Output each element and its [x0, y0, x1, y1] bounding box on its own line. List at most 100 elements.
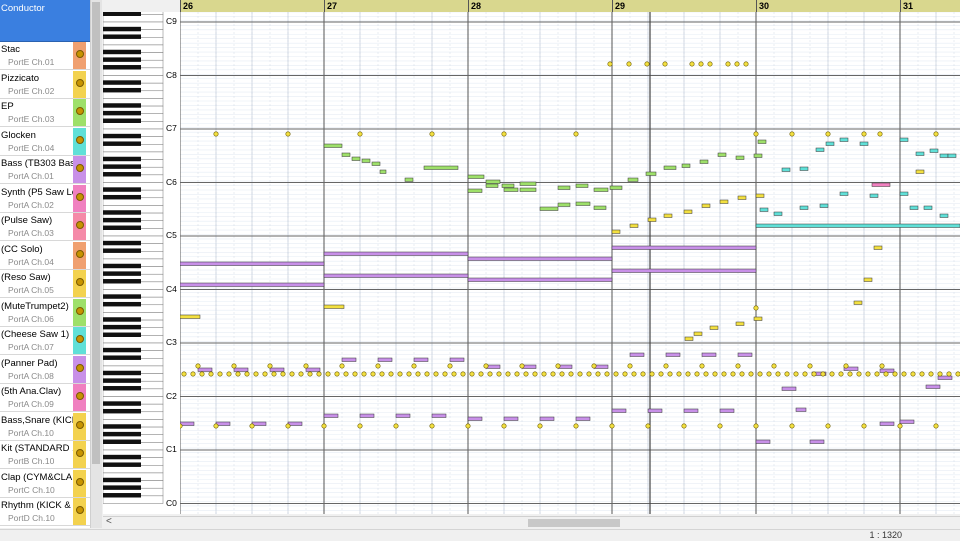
drum-hit[interactable] — [271, 371, 277, 377]
piano-keyboard[interactable]: C9 C8 C7 C6 C5 C4 C3 C2 C1 C0 — [103, 12, 181, 514]
drum-hit[interactable] — [244, 371, 250, 377]
drum-hit[interactable] — [199, 371, 205, 377]
note[interactable] — [699, 159, 709, 164]
drum-hit[interactable] — [424, 371, 430, 377]
note[interactable] — [575, 416, 591, 421]
drum-hit[interactable] — [771, 363, 777, 369]
drum-hit[interactable] — [607, 61, 613, 67]
drum-hit[interactable] — [789, 423, 795, 429]
measure-number[interactable]: 30 — [756, 0, 769, 12]
drum-hit[interactable] — [249, 423, 255, 429]
drum-hit[interactable] — [937, 371, 943, 377]
drum-hit[interactable] — [807, 363, 813, 369]
note[interactable] — [663, 213, 673, 218]
note[interactable] — [899, 419, 915, 424]
note[interactable] — [647, 408, 663, 413]
track-row[interactable]: Kit (STANDARD 1) PortB Ch.10 — [0, 441, 90, 469]
note[interactable] — [815, 147, 825, 152]
note[interactable] — [684, 336, 694, 341]
drum-hit[interactable] — [555, 363, 561, 369]
drum-hit[interactable] — [775, 371, 781, 377]
note[interactable] — [869, 193, 879, 198]
drum-hit[interactable] — [433, 371, 439, 377]
drum-hit[interactable] — [253, 371, 259, 377]
note[interactable] — [323, 413, 339, 418]
drum-hit[interactable] — [267, 363, 273, 369]
note[interactable] — [501, 183, 515, 188]
drum-hit[interactable] — [644, 61, 650, 67]
drum-hit[interactable] — [928, 371, 934, 377]
measure-number[interactable]: 28 — [468, 0, 481, 12]
note[interactable] — [937, 375, 953, 380]
drum-hit[interactable] — [406, 371, 412, 377]
note[interactable] — [923, 205, 933, 210]
note[interactable] — [719, 408, 735, 413]
track-list-scroll-thumb[interactable] — [92, 2, 100, 464]
note[interactable] — [939, 213, 949, 218]
note[interactable] — [799, 166, 809, 171]
drum-hit[interactable] — [910, 371, 916, 377]
note[interactable] — [467, 277, 613, 282]
note[interactable] — [819, 203, 829, 208]
note[interactable] — [503, 416, 519, 421]
note[interactable] — [395, 413, 411, 418]
drum-hit[interactable] — [262, 371, 268, 377]
measure-number[interactable]: 26 — [180, 0, 193, 12]
drum-hit[interactable] — [766, 371, 772, 377]
drum-hit[interactable] — [501, 423, 507, 429]
drum-hit[interactable] — [829, 371, 835, 377]
note[interactable] — [557, 185, 571, 190]
note[interactable] — [180, 282, 325, 287]
note[interactable] — [269, 367, 285, 372]
drum-hit[interactable] — [622, 371, 628, 377]
drum-hit[interactable] — [213, 131, 219, 137]
horizontal-scroll-thumb[interactable] — [528, 519, 620, 527]
measure-number[interactable]: 31 — [900, 0, 913, 12]
drum-hit[interactable] — [285, 423, 291, 429]
mute-icon[interactable] — [76, 221, 84, 229]
drum-hit[interactable] — [879, 363, 885, 369]
mute-icon[interactable] — [76, 506, 84, 514]
note[interactable] — [701, 203, 711, 208]
note[interactable] — [757, 139, 767, 144]
drum-hit[interactable] — [496, 371, 502, 377]
track-row[interactable]: (MuteTrumpet2) PortA Ch.06 — [0, 298, 90, 327]
drum-hit[interactable] — [316, 371, 322, 377]
drum-hit[interactable] — [478, 371, 484, 377]
drum-hit[interactable] — [847, 371, 853, 377]
drum-hit[interactable] — [208, 371, 214, 377]
drum-hit[interactable] — [429, 423, 435, 429]
track-row[interactable]: Pizzicato PortE Ch.02 — [0, 70, 90, 99]
drum-hit[interactable] — [667, 371, 673, 377]
track-list-scrollbar[interactable] — [90, 0, 102, 528]
drum-hit[interactable] — [523, 371, 529, 377]
drum-hit[interactable] — [734, 61, 740, 67]
drum-hit[interactable] — [877, 131, 883, 137]
note[interactable] — [341, 357, 357, 362]
note[interactable] — [233, 367, 249, 372]
note[interactable] — [863, 277, 873, 282]
note[interactable] — [305, 367, 321, 372]
note[interactable] — [839, 137, 849, 142]
note[interactable] — [755, 193, 765, 198]
drum-hit[interactable] — [370, 371, 376, 377]
note[interactable] — [645, 171, 657, 176]
drum-hit[interactable] — [303, 363, 309, 369]
drum-hit[interactable] — [559, 371, 565, 377]
track-row[interactable]: EP PortE Ch.03 — [0, 99, 90, 127]
note[interactable] — [379, 169, 387, 174]
note[interactable] — [377, 357, 393, 362]
note[interactable] — [557, 202, 571, 207]
note[interactable] — [737, 352, 753, 357]
mute-icon[interactable] — [76, 50, 84, 58]
drum-hit[interactable] — [838, 371, 844, 377]
drum-hit[interactable] — [289, 371, 295, 377]
drum-hit[interactable] — [825, 423, 831, 429]
note[interactable] — [485, 179, 501, 184]
note[interactable] — [519, 187, 537, 192]
drum-hit[interactable] — [190, 371, 196, 377]
drum-hit[interactable] — [730, 371, 736, 377]
drum-hit[interactable] — [707, 61, 713, 67]
note[interactable] — [899, 191, 909, 196]
track-row[interactable]: (Pulse Saw) PortA Ch.03 — [0, 213, 90, 241]
